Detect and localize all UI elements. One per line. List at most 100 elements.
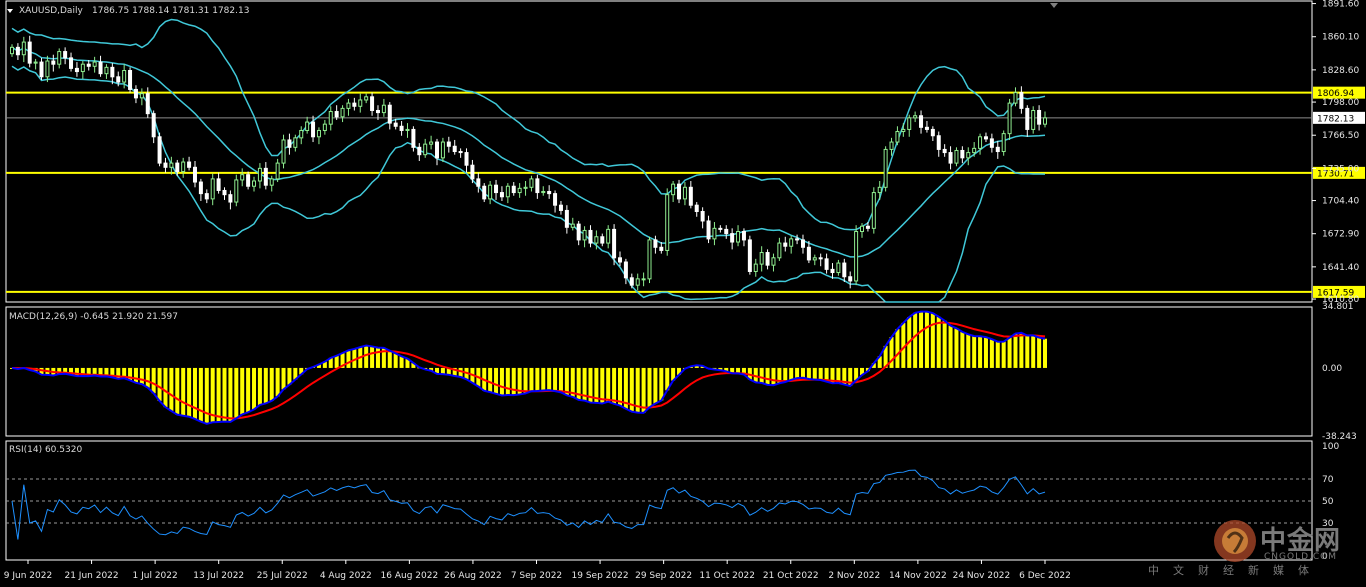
candle-body	[594, 236, 599, 244]
candle-body	[671, 183, 676, 196]
macd-histogram-bar	[541, 367, 546, 391]
rsi-label: RSI(14) 60.5320	[9, 445, 82, 455]
candle-body	[1043, 117, 1047, 125]
candle-body	[907, 117, 912, 130]
candle-body	[305, 121, 310, 131]
candle-body	[151, 113, 156, 138]
candle-body	[216, 178, 221, 191]
candle-body	[311, 121, 316, 138]
time-tick-label: 16 Aug 2022	[381, 571, 439, 581]
time-tick-label: 21 Jun 2022	[64, 571, 118, 581]
macd-histogram-bar	[617, 367, 622, 406]
macd-histogram-bar	[175, 367, 180, 415]
chart-window[interactable]: 1806.941730.711617.591782.13 1891.601860…	[0, 0, 1366, 587]
candle-body	[1007, 102, 1012, 135]
candle-body	[871, 192, 876, 229]
candle-body	[812, 257, 817, 261]
watermark-site: CNGOLD.COM	[1264, 552, 1338, 562]
candle-body	[688, 186, 693, 206]
axes: 1891.60 1860.10 1828.60 1798.00 1766.50 1735.…	[4, 0, 1360, 581]
macd-histogram-bar	[387, 350, 392, 368]
macd-histogram-bar	[139, 367, 144, 385]
macd-histogram-bar	[659, 367, 664, 401]
candle-body	[718, 227, 723, 230]
candle-body	[269, 178, 274, 186]
candle-body	[15, 46, 20, 56]
candle-body	[145, 93, 150, 115]
candle-body	[293, 137, 298, 148]
candle-body	[960, 149, 965, 159]
macd-histogram-bar	[151, 367, 156, 394]
macd-histogram-bar	[942, 320, 947, 368]
candle-body	[919, 115, 924, 128]
candle-body	[600, 236, 605, 244]
candle-body	[877, 186, 882, 194]
macd-histogram-bar	[192, 367, 197, 419]
candle-body	[446, 141, 451, 147]
macd-histogram-bar	[1031, 335, 1036, 368]
macd-histogram-bar	[989, 339, 994, 368]
candle-body	[417, 146, 422, 156]
triangle-down-icon[interactable]	[7, 9, 13, 13]
macd-histogram-bar	[198, 367, 203, 422]
panel-frames	[5, 0, 1313, 561]
candle-body	[771, 257, 776, 266]
candle-body	[234, 179, 239, 203]
candle-body	[328, 111, 333, 125]
candle-body	[824, 258, 829, 270]
candle-body	[405, 128, 410, 131]
candle-body	[316, 129, 321, 138]
candle-body	[435, 141, 440, 159]
macd-histogram-bar	[1001, 341, 1006, 368]
band-lower	[11, 65, 1046, 303]
macd-histogram-bar	[919, 311, 924, 368]
macd-histogram-bar	[930, 313, 935, 368]
candle-body	[576, 223, 581, 241]
candle-body	[334, 111, 339, 118]
candle-body	[45, 60, 50, 78]
candle-body	[116, 76, 121, 83]
candle-body	[423, 143, 428, 156]
time-tick-label: 11 Oct 2022	[699, 571, 755, 581]
candle-body	[110, 66, 115, 78]
candle-body	[476, 178, 481, 187]
macd-histogram-bar	[399, 356, 404, 368]
macd-histogram-bar	[983, 337, 988, 368]
price-tick-label: 1798.00	[1322, 98, 1359, 108]
candle-body	[452, 145, 457, 153]
candle-body	[86, 63, 91, 67]
candle-body	[10, 46, 14, 55]
candle-body	[936, 135, 941, 150]
candle-body	[505, 185, 510, 198]
candle-body	[228, 194, 233, 203]
rsi-tick-label: 50	[1322, 497, 1334, 507]
candle-body	[122, 70, 127, 83]
candle-body	[653, 239, 658, 248]
candle-body	[694, 204, 699, 213]
macd-histogram-bar	[169, 367, 174, 412]
candle-body	[440, 141, 445, 159]
macd-tick-label: -38.243	[1322, 432, 1357, 442]
candle-body	[192, 166, 197, 183]
candle-body	[588, 229, 593, 244]
candle-body	[1031, 109, 1036, 130]
macd-histogram-bar	[281, 367, 286, 390]
macd-histogram-bar	[960, 331, 965, 368]
candle-body	[1001, 133, 1006, 153]
price-tick-label: 1828.60	[1322, 66, 1359, 76]
price-tick-label: 1704.40	[1322, 197, 1359, 207]
candle-body	[842, 262, 847, 278]
candle-body	[647, 239, 652, 280]
macd-histogram-bar	[263, 367, 268, 404]
panel-frame	[5, 0, 1313, 303]
candle-body	[641, 278, 646, 281]
macd-histogram-bar	[1037, 337, 1042, 368]
macd-histogram-bar	[246, 367, 251, 413]
candle-body	[470, 164, 475, 180]
candle-body	[529, 178, 534, 188]
shift-marker-icon[interactable]	[1050, 3, 1058, 8]
candle-body	[582, 229, 587, 241]
candle-body	[883, 148, 888, 188]
candle-body	[712, 227, 717, 240]
candle-body	[1019, 92, 1024, 109]
